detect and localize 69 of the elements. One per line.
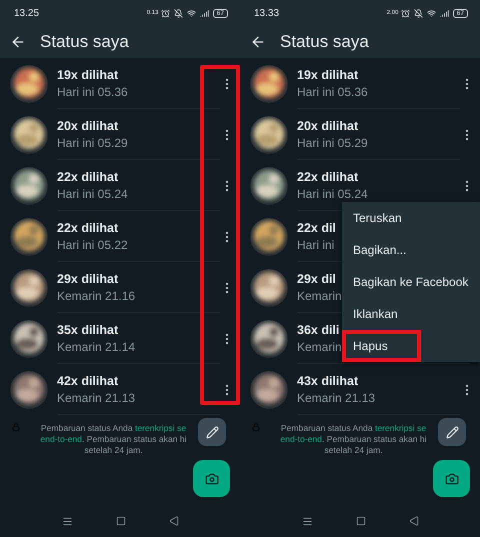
encryption-notice: Pembaruan status Anda terenkripsi se end-to-end. Pembaruan status akan hi setelah 24 jam. (279, 423, 428, 457)
menu-item[interactable]: Bagikan ke Facebook (342, 266, 480, 298)
menu-icon[interactable] (302, 516, 312, 526)
menu-item[interactable]: Teruskan (342, 202, 480, 234)
home-icon[interactable] (116, 516, 126, 526)
status-time: Kemarin 21.13 (297, 390, 376, 404)
signal-icon (440, 8, 449, 18)
view-count: 29x dil (297, 272, 336, 286)
back-icon[interactable] (168, 516, 178, 526)
back-icon[interactable] (250, 34, 266, 50)
view-count: 19x dilihat (297, 68, 358, 82)
screen-title: Status saya (280, 32, 369, 52)
status-time: Hari ini 05.36 (57, 84, 128, 98)
status-time: Hari ini 05.29 (297, 136, 368, 150)
view-count: 19x dilihat (57, 68, 118, 82)
camera-icon (204, 472, 218, 486)
alarm-icon (400, 8, 410, 18)
status-time: Hari ini 05.36 (297, 84, 368, 98)
back-icon[interactable] (10, 34, 26, 50)
view-count: 43x dilihat (297, 374, 358, 388)
mute-icon (174, 8, 183, 18)
status-time: Kemarin 21.14 (57, 340, 136, 354)
camera-icon (444, 472, 458, 486)
status-time: Kemarin (297, 288, 342, 302)
encryption-link[interactable]: terenkripsi se (135, 423, 186, 433)
view-count: 22x dilihat (57, 220, 118, 234)
lock-icon (12, 423, 20, 431)
menu-item[interactable]: Iklankan (342, 298, 480, 330)
status-time: Hari ini 05.22 (57, 238, 128, 252)
view-count: 22x dilihat (57, 170, 118, 184)
status-time: Hari ini 05.24 (297, 186, 368, 200)
back-icon[interactable] (408, 516, 418, 526)
menu-icon[interactable] (62, 516, 72, 526)
mute-icon (414, 8, 423, 18)
menu-item[interactable]: Bagikan... (342, 234, 480, 266)
encryption-link[interactable]: end-to-end (280, 434, 322, 444)
wifi-icon (186, 8, 196, 18)
encryption-link[interactable]: terenkripsi se (375, 423, 426, 433)
pencil-icon (446, 426, 458, 438)
clock: 13.33 (254, 8, 280, 18)
home-icon[interactable] (356, 516, 366, 526)
edit-button[interactable] (198, 418, 226, 446)
status-time: Hari ini (297, 238, 334, 252)
encryption-notice: Pembaruan status Anda terenkripsi se end-to-end. Pembaruan status akan hi setelah 24 jam. (39, 423, 188, 457)
status-time: Hari ini 05.29 (57, 136, 128, 150)
view-count: 36x dili (297, 322, 340, 336)
view-count: 20x dilihat (297, 118, 358, 132)
status-time: Kemarin 21.16 (57, 288, 136, 302)
view-count: 29x dilihat (57, 272, 118, 286)
edit-button[interactable] (438, 418, 466, 446)
view-count: 22x dil (297, 220, 336, 234)
status-time: Hari ini 05.24 (57, 186, 128, 200)
camera-button[interactable] (193, 460, 230, 497)
screen-title: Status saya (40, 32, 129, 52)
view-count: 42x dilihat (57, 374, 118, 388)
status-time: Kemarin 21.13 (57, 390, 136, 404)
signal-icon (200, 8, 209, 18)
view-count: 22x dilihat (297, 170, 358, 184)
view-count: 20x dilihat (57, 118, 118, 132)
encryption-link[interactable]: end-to-end (40, 434, 82, 444)
camera-button[interactable] (433, 460, 470, 497)
clock: 13.25 (14, 8, 40, 18)
wifi-icon (426, 8, 436, 18)
lock-icon (252, 423, 260, 431)
pencil-icon (206, 426, 218, 438)
alarm-icon (160, 8, 170, 18)
menu-item[interactable]: Hapus (342, 330, 421, 362)
status-time: Kemarin (297, 340, 342, 354)
view-count: 35x dilihat (57, 322, 118, 336)
